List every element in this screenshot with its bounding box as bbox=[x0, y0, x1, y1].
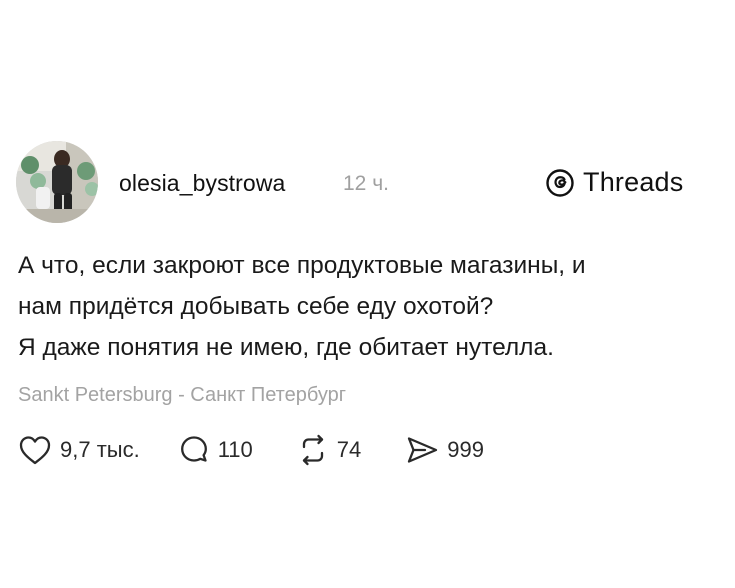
repost-count: 74 bbox=[336, 437, 362, 462]
brand-name: Threads bbox=[583, 167, 684, 197]
author-username[interactable]: olesia_bystrowa bbox=[119, 170, 285, 197]
share-icon bbox=[408, 437, 438, 463]
share-button[interactable]: 999 bbox=[405, 434, 484, 466]
comment-icon bbox=[180, 436, 207, 462]
comment-count: 110 bbox=[217, 437, 253, 462]
post-actions: 9,7 тыс. 110 74 999 bbox=[18, 432, 484, 468]
post-location[interactable]: Sankt Petersburg - Санкт Петербург bbox=[18, 384, 346, 407]
post-text-line: нам придётся добывать себе еду охотой? bbox=[18, 293, 494, 320]
like-count: 9,7 тыс. bbox=[60, 437, 140, 462]
share-count: 999 bbox=[447, 437, 484, 462]
post-text: А что, если закроют все продуктовые мага… bbox=[18, 245, 718, 368]
post-text-line: А что, если закроют все продуктовые мага… bbox=[18, 252, 586, 279]
threads-logo-icon bbox=[546, 168, 574, 197]
comment-button[interactable]: 110 bbox=[178, 434, 253, 466]
threads-brand: Threads bbox=[545, 167, 683, 198]
repost-button[interactable]: 74 bbox=[297, 434, 361, 466]
like-button[interactable]: 9,7 тыс. bbox=[18, 434, 140, 466]
repost-icon bbox=[302, 434, 323, 466]
heart-icon bbox=[19, 436, 51, 465]
post-text-line: Я даже понятия не имею, где обитает нуте… bbox=[18, 334, 554, 361]
threads-post: olesia_bystrowa 12 ч. Threads А что, есл… bbox=[0, 0, 735, 588]
avatar[interactable] bbox=[16, 141, 98, 223]
post-timestamp: 12 ч. bbox=[343, 172, 389, 195]
